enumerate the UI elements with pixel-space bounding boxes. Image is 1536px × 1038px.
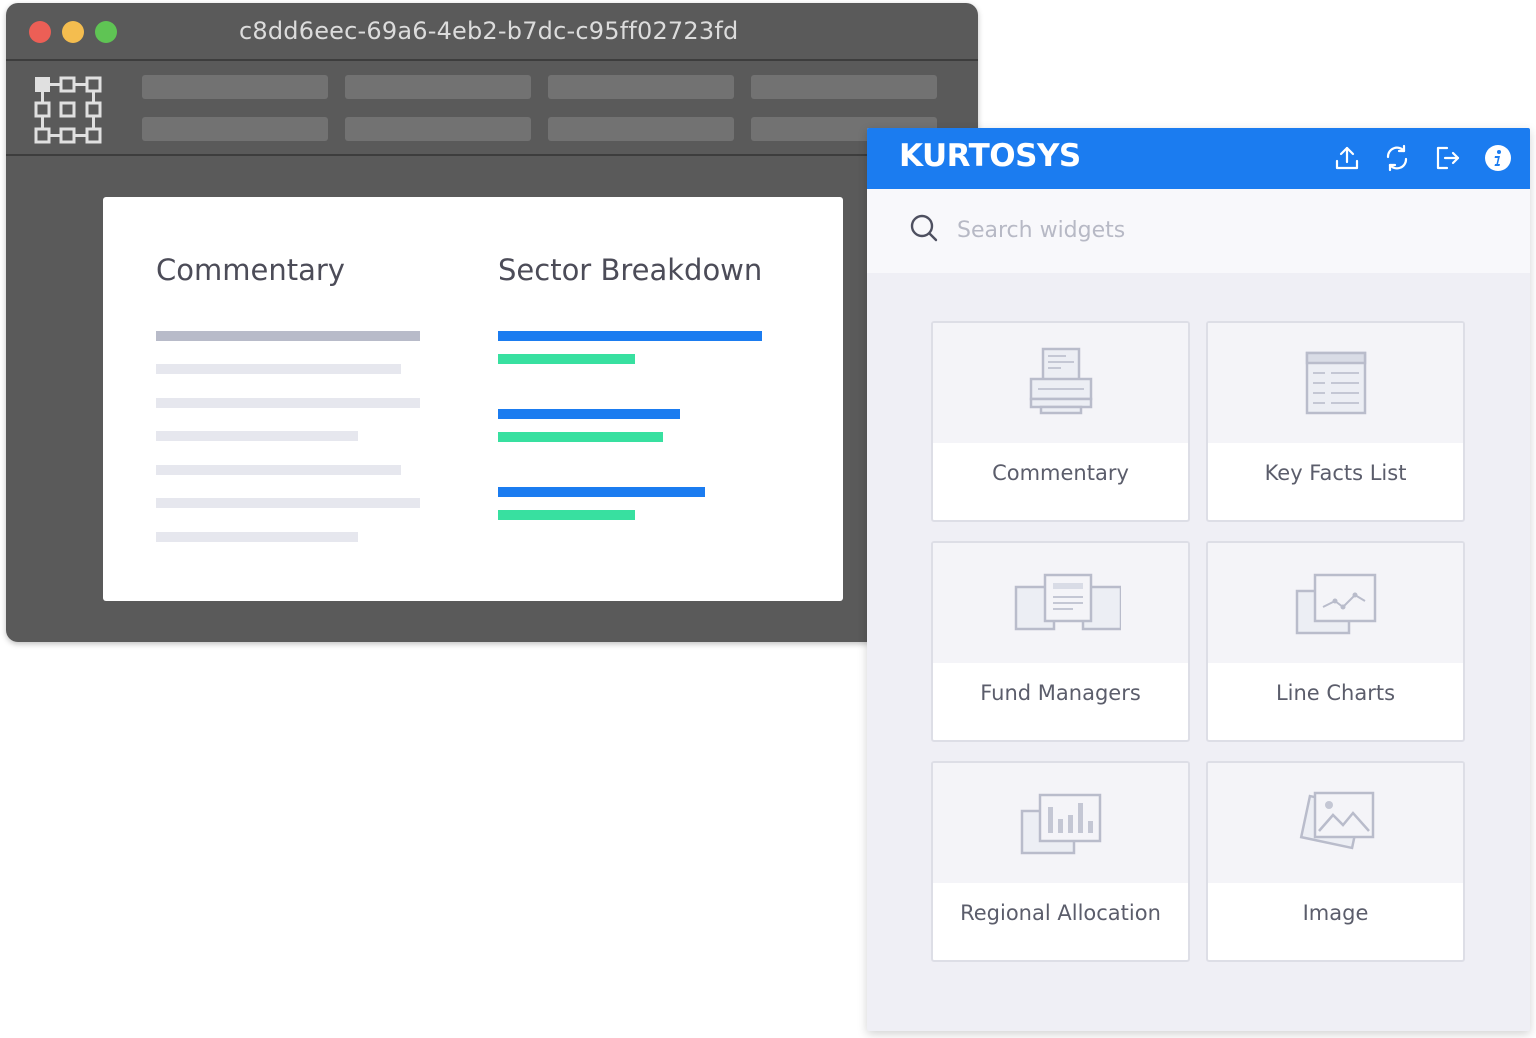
sector-bar xyxy=(498,487,705,497)
text-placeholder-line xyxy=(156,431,358,441)
line-charts-icon xyxy=(1295,573,1376,635)
grid-layout-icon xyxy=(34,76,102,144)
widget-tile-label: Regional Allocation xyxy=(960,901,1161,925)
page-canvas-card: Commentary Sector Breakdown xyxy=(103,197,843,601)
nav-placeholder xyxy=(548,75,734,99)
sector-bar xyxy=(498,432,663,442)
widget-tile-label: Commentary xyxy=(992,461,1129,485)
widget-tile-label: Line Charts xyxy=(1275,681,1396,705)
nav-placeholder xyxy=(142,117,328,141)
widget-tile-label: Key Facts List xyxy=(1264,461,1407,485)
text-placeholder-line xyxy=(156,364,401,374)
upload-icon[interactable] xyxy=(1333,144,1361,172)
sector-bar xyxy=(498,331,762,341)
fund-managers-icon xyxy=(1014,573,1121,631)
image-icon xyxy=(1299,791,1374,850)
widget-tile-label: Fund Managers xyxy=(980,681,1141,705)
search-bar xyxy=(867,189,1530,273)
window-title: c8dd6eec-69a6-4eb2-b7dc-c95ff02723fd xyxy=(239,17,739,45)
window-titlebar: c8dd6eec-69a6-4eb2-b7dc-c95ff02723fd xyxy=(6,3,978,59)
widget-panel: KURTOSYS Search widgets Commentary Key F… xyxy=(867,128,1530,1031)
widget-tile-commentary[interactable]: Commentary xyxy=(931,321,1190,522)
refresh-icon[interactable] xyxy=(1383,144,1411,172)
nav-placeholder xyxy=(345,75,531,99)
sector-breakdown-heading: Sector Breakdown xyxy=(498,253,763,287)
regional-allocation-icon xyxy=(1020,793,1101,855)
nav-placeholder xyxy=(142,75,328,99)
widget-tile-key-facts-list[interactable]: Key Facts List xyxy=(1206,321,1465,522)
minimize-window-button[interactable] xyxy=(62,21,84,43)
nav-divider xyxy=(6,154,978,156)
info-icon[interactable] xyxy=(1484,144,1512,172)
search-icon xyxy=(910,214,938,242)
text-placeholder-line xyxy=(156,331,420,341)
widget-tile-label: Image xyxy=(1302,901,1369,925)
app-window: c8dd6eec-69a6-4eb2-b7dc-c95ff02723fd Com… xyxy=(6,3,978,642)
search-widgets-input[interactable] xyxy=(955,211,1419,249)
widget-tile-image[interactable]: Image xyxy=(1206,761,1465,962)
nav-placeholder xyxy=(751,75,937,99)
text-placeholder-line xyxy=(156,465,401,475)
text-placeholder-line xyxy=(156,398,420,408)
sector-bar xyxy=(498,354,635,364)
text-placeholder-line xyxy=(156,532,358,542)
panel-header: KURTOSYS xyxy=(867,128,1530,189)
nav-placeholder xyxy=(548,117,734,141)
nav-placeholder xyxy=(345,117,531,141)
close-window-button[interactable] xyxy=(29,21,51,43)
sector-bar xyxy=(498,409,680,419)
kurtosys-logo: KURTOSYS xyxy=(899,138,1081,174)
text-placeholder-line xyxy=(156,498,420,508)
key-facts-list-icon xyxy=(1305,351,1366,415)
commentary-icon xyxy=(1029,347,1092,415)
widget-tile-line-charts[interactable]: Line Charts xyxy=(1206,541,1465,742)
maximize-window-button[interactable] xyxy=(95,21,117,43)
commentary-heading: Commentary xyxy=(156,253,345,287)
widget-tile-fund-managers[interactable]: Fund Managers xyxy=(931,541,1190,742)
widget-tile-regional-allocation[interactable]: Regional Allocation xyxy=(931,761,1190,962)
logout-icon[interactable] xyxy=(1434,144,1462,172)
titlebar-divider xyxy=(6,59,978,61)
sector-bar xyxy=(498,510,635,520)
